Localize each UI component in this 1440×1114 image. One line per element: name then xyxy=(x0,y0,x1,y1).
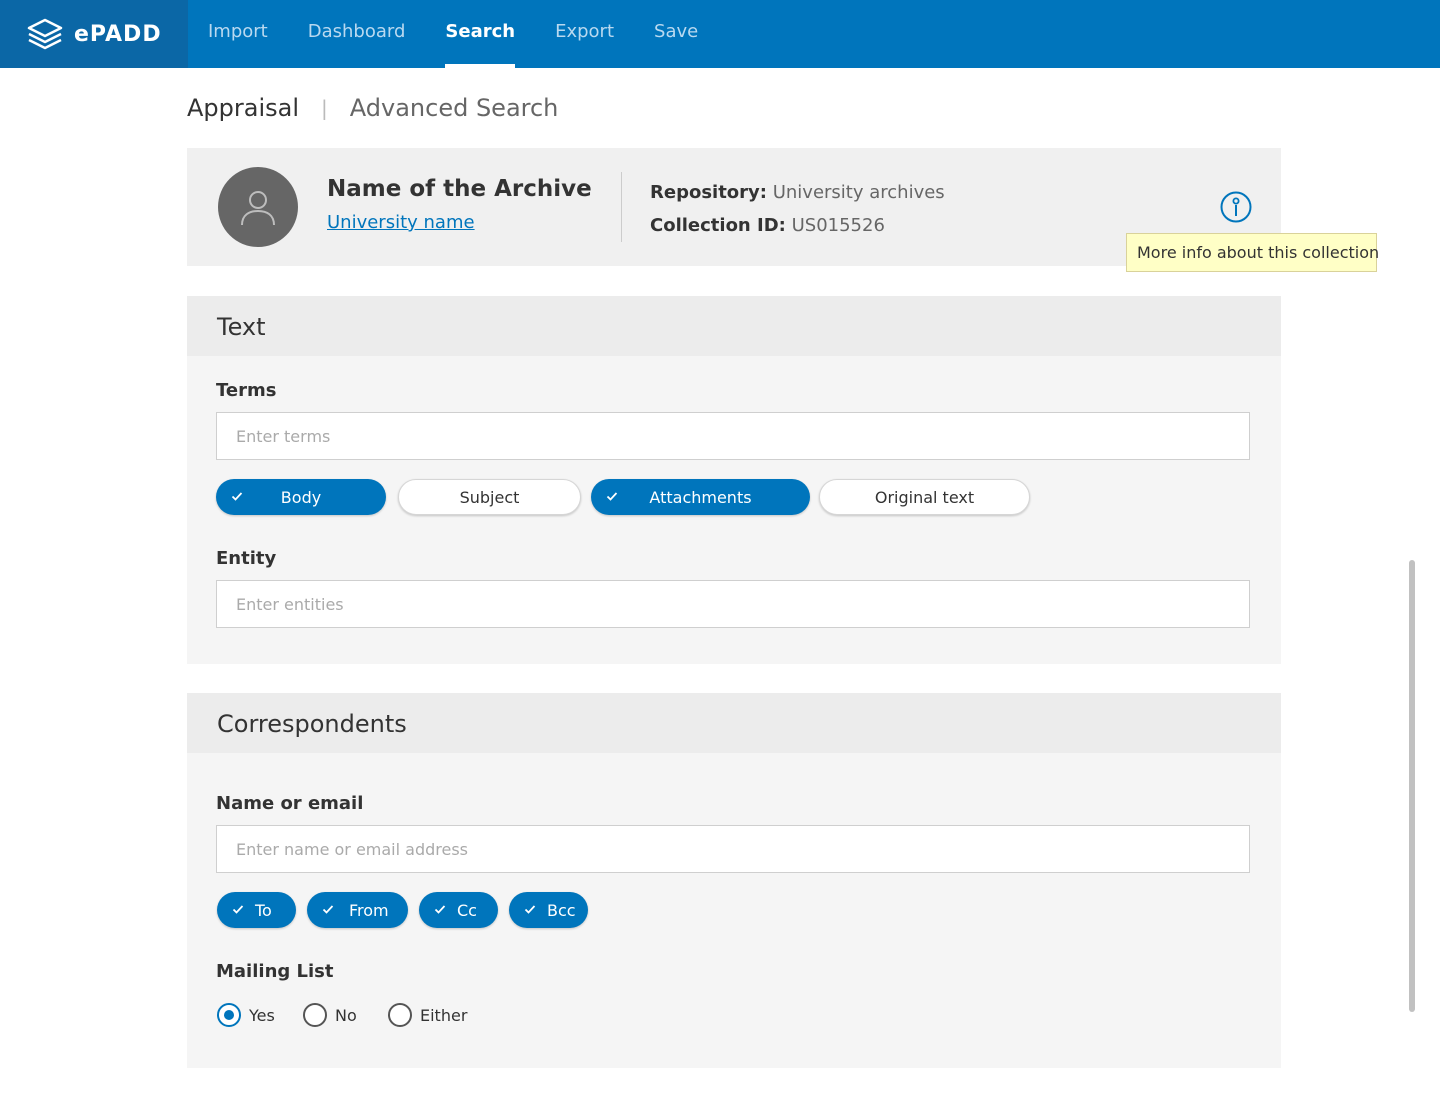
mailing-list-yes-radio[interactable]: Yes xyxy=(217,1003,275,1027)
text-section: Text Terms Body Subject Attachments Orig… xyxy=(187,296,1281,664)
info-icon xyxy=(1220,191,1252,223)
mailing-list-no-radio[interactable]: No xyxy=(303,1003,357,1027)
field-cc-toggle[interactable]: Cc xyxy=(419,892,498,928)
breadcrumb-separator: | xyxy=(321,96,328,120)
scope-attachments-toggle[interactable]: Attachments xyxy=(591,479,810,515)
repository-label: Repository: xyxy=(650,182,767,203)
info-tooltip: More info about this collection xyxy=(1126,233,1379,272)
top-navbar: ePADD Import Dashboard Search Export Sav… xyxy=(0,0,1440,68)
nav-export[interactable]: Export xyxy=(555,0,614,68)
brand-name: ePADD xyxy=(74,21,162,47)
name-or-email-input[interactable] xyxy=(216,825,1250,873)
field-from-toggle[interactable]: From xyxy=(307,892,408,928)
check-icon xyxy=(322,905,334,914)
scope-body-label: Body xyxy=(280,487,322,507)
field-to-label: To xyxy=(255,900,272,920)
scope-body-toggle[interactable]: Body xyxy=(216,479,386,515)
collection-id-value: US015526 xyxy=(791,215,885,236)
nav-save[interactable]: Save xyxy=(654,0,698,68)
card-divider xyxy=(621,172,622,242)
collection-id-line: Collection ID: US015526 xyxy=(650,215,885,236)
mailing-list-no-label: No xyxy=(335,1005,357,1025)
university-link[interactable]: University name xyxy=(327,212,475,233)
name-or-email-label: Name or email xyxy=(216,793,364,814)
correspondents-section: Correspondents Name or email To From Cc … xyxy=(187,693,1281,1068)
mailing-list-yes-label: Yes xyxy=(249,1005,275,1025)
scope-attachments-label: Attachments xyxy=(649,487,752,507)
terms-label: Terms xyxy=(216,380,277,401)
scope-original-text-toggle[interactable]: Original text xyxy=(819,479,1030,515)
text-section-title: Text xyxy=(187,296,1281,356)
archive-name: Name of the Archive xyxy=(327,176,592,202)
breadcrumb: Appraisal | Advanced Search xyxy=(187,94,558,122)
field-from-label: From xyxy=(349,900,389,920)
terms-input[interactable] xyxy=(216,412,1250,460)
scope-subject-toggle[interactable]: Subject xyxy=(398,479,581,515)
archive-avatar xyxy=(218,167,298,247)
check-icon xyxy=(232,905,244,914)
entity-input[interactable] xyxy=(216,580,1250,628)
check-icon xyxy=(434,905,446,914)
scope-original-text-label: Original text xyxy=(874,487,975,507)
field-bcc-label: Bcc xyxy=(547,900,576,920)
page-scrollbar[interactable] xyxy=(1409,560,1415,1012)
collection-info-button[interactable] xyxy=(1220,191,1252,223)
field-bcc-toggle[interactable]: Bcc xyxy=(509,892,588,928)
radio-unselected-icon xyxy=(388,1003,412,1027)
mailing-list-either-label: Either xyxy=(420,1005,468,1025)
collection-id-label: Collection ID: xyxy=(650,215,786,236)
brand-logo[interactable]: ePADD xyxy=(0,0,188,68)
main-nav: Import Dashboard Search Export Save xyxy=(208,0,738,68)
radio-unselected-icon xyxy=(303,1003,327,1027)
archive-info-card: Name of the Archive University name Repo… xyxy=(187,148,1281,266)
check-icon xyxy=(606,492,618,501)
correspondents-section-title: Correspondents xyxy=(187,693,1281,753)
field-to-toggle[interactable]: To xyxy=(217,892,296,928)
radio-selected-icon xyxy=(217,1003,241,1027)
epadd-logo-icon xyxy=(27,18,63,50)
entity-label: Entity xyxy=(216,548,277,569)
repository-value: University archives xyxy=(772,182,945,203)
repository-line: Repository: University archives xyxy=(650,182,945,203)
mailing-list-label: Mailing List xyxy=(216,961,334,982)
check-icon xyxy=(231,492,243,501)
breadcrumb-current: Appraisal xyxy=(187,94,300,122)
nav-search[interactable]: Search xyxy=(445,0,515,68)
mailing-list-either-radio[interactable]: Either xyxy=(388,1003,467,1027)
scope-subject-label: Subject xyxy=(459,487,520,507)
user-avatar-icon xyxy=(241,191,275,226)
nav-import[interactable]: Import xyxy=(208,0,268,68)
check-icon xyxy=(524,905,536,914)
field-cc-label: Cc xyxy=(457,900,477,920)
breadcrumb-advanced-search[interactable]: Advanced Search xyxy=(350,94,559,122)
nav-dashboard[interactable]: Dashboard xyxy=(308,0,406,68)
